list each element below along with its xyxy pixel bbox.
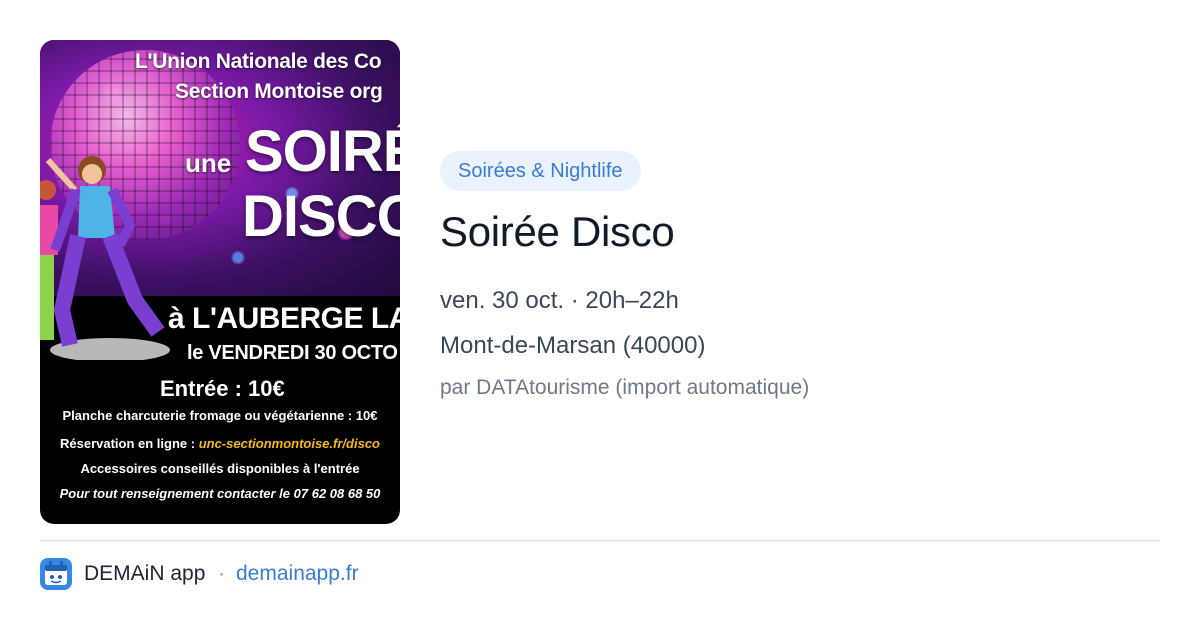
poster-accessories: Accessoires conseillés disponibles à l'e… xyxy=(80,461,360,476)
poster-contact: Pour tout renseignement contacter le 07 … xyxy=(59,486,381,501)
poster-venue-text: à L'AUBERGE LA xyxy=(168,302,400,335)
dancers-illustration xyxy=(40,156,170,360)
poster-organizer-line: L'Union Nationale des Co xyxy=(135,50,382,73)
poster-entry-price: Entrée : 10€ xyxy=(160,376,285,401)
poster-soiree-text: SOIRÉ xyxy=(245,119,400,184)
event-source: par DATAtourisme (import automatique) xyxy=(440,376,810,399)
category-badge[interactable]: Soirées & Nightlife xyxy=(440,151,641,191)
poster-date-text: le VENDREDI 30 OCTO xyxy=(187,342,398,364)
poster-food-offer: Planche charcuterie fromage ou végétarie… xyxy=(62,408,378,423)
poster-reservation: Réservation en ligne : unc-sectionmontoi… xyxy=(40,436,400,451)
poster-reservation-link: unc-sectionmontoise.fr/disco xyxy=(198,436,380,451)
poster-disco-text: DISCO xyxy=(242,184,400,249)
event-poster-image: L'Union Nationale des Co Section Montois… xyxy=(40,40,400,524)
poster-section-line: Section Montoise org xyxy=(175,80,383,103)
poster-reservation-label: Réservation en ligne : xyxy=(59,436,199,451)
footer-separator: · xyxy=(218,562,225,585)
app-logo-icon xyxy=(40,558,72,590)
event-location: Mont-de-Marsan (40000) xyxy=(440,332,706,359)
footer-divider xyxy=(40,540,1160,541)
app-url-link[interactable]: demainapp.fr xyxy=(236,562,359,586)
event-title: Soirée Disco xyxy=(440,208,675,255)
event-date-time: ven. 30 oct. · 20h–22h xyxy=(440,287,679,314)
poster-une-text: une xyxy=(185,148,232,178)
app-name: DEMAiN app xyxy=(84,562,206,585)
poster-disco-background: L'Union Nationale des Co Section Montois… xyxy=(40,40,400,360)
